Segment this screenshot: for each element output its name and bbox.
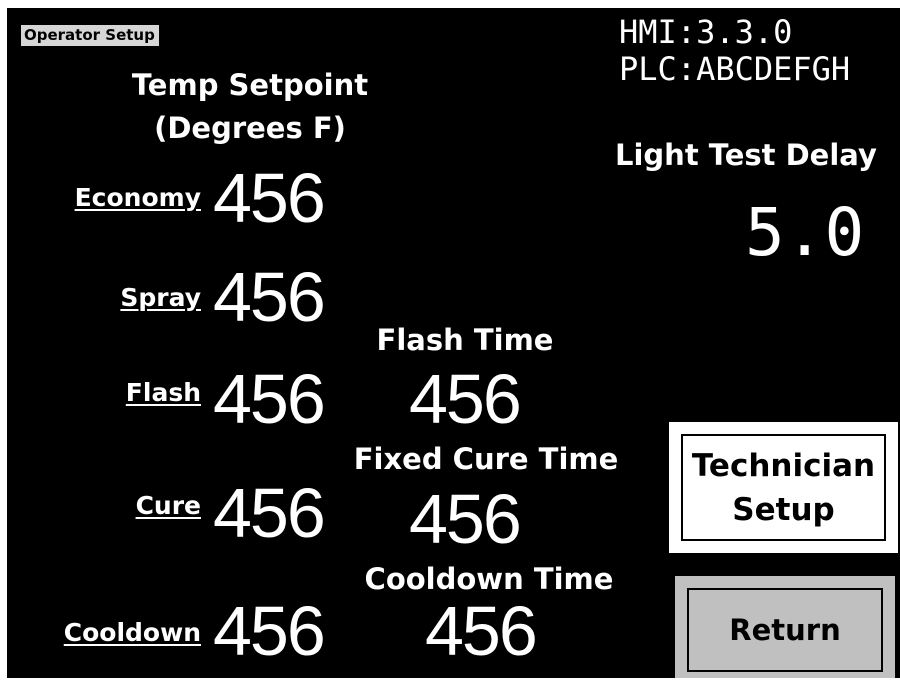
- technician-setup-button[interactable]: Technician Setup: [667, 420, 900, 555]
- flash-time-label: Flash Time: [376, 323, 554, 357]
- fixed-cure-time-label: Fixed Cure Time: [353, 442, 619, 476]
- fixed-cure-time-value[interactable]: 456: [409, 484, 522, 554]
- cooldown-time-label: Cooldown Time: [364, 562, 614, 596]
- cooldown-time-value[interactable]: 456: [425, 596, 538, 666]
- technician-setup-label: Technician Setup: [691, 447, 876, 528]
- screen-title: Operator Setup: [21, 25, 159, 46]
- hmi-version: HMI:3.3.0: [619, 13, 793, 51]
- zone-label-cure[interactable]: Cure: [19, 491, 201, 521]
- light-test-delay-label: Light Test Delay: [615, 138, 877, 172]
- plc-version: PLC:ABCDEFGH: [619, 50, 851, 88]
- temp-setpoint-heading: Temp Setpoint: [131, 68, 369, 102]
- economy-setpoint-value[interactable]: 456: [213, 163, 326, 233]
- zone-label-flash[interactable]: Flash: [19, 378, 201, 408]
- cure-setpoint-value[interactable]: 456: [213, 478, 326, 548]
- return-label: Return: [729, 613, 841, 647]
- hmi-screen: Operator Setup HMI:3.3.0 PLC:ABCDEFGH Te…: [7, 8, 900, 678]
- zone-label-spray[interactable]: Spray: [19, 283, 201, 313]
- zone-label-cooldown[interactable]: Cooldown: [19, 618, 201, 648]
- zone-label-economy[interactable]: Economy: [19, 183, 201, 213]
- light-test-delay-value[interactable]: 5.0: [745, 198, 864, 268]
- spray-setpoint-value[interactable]: 456: [213, 262, 326, 332]
- temp-setpoint-units: (Degrees F): [154, 111, 346, 145]
- cooldown-setpoint-value[interactable]: 456: [213, 596, 326, 666]
- return-button[interactable]: Return: [673, 574, 897, 678]
- flash-time-value[interactable]: 456: [409, 364, 522, 434]
- flash-setpoint-value[interactable]: 456: [213, 364, 326, 434]
